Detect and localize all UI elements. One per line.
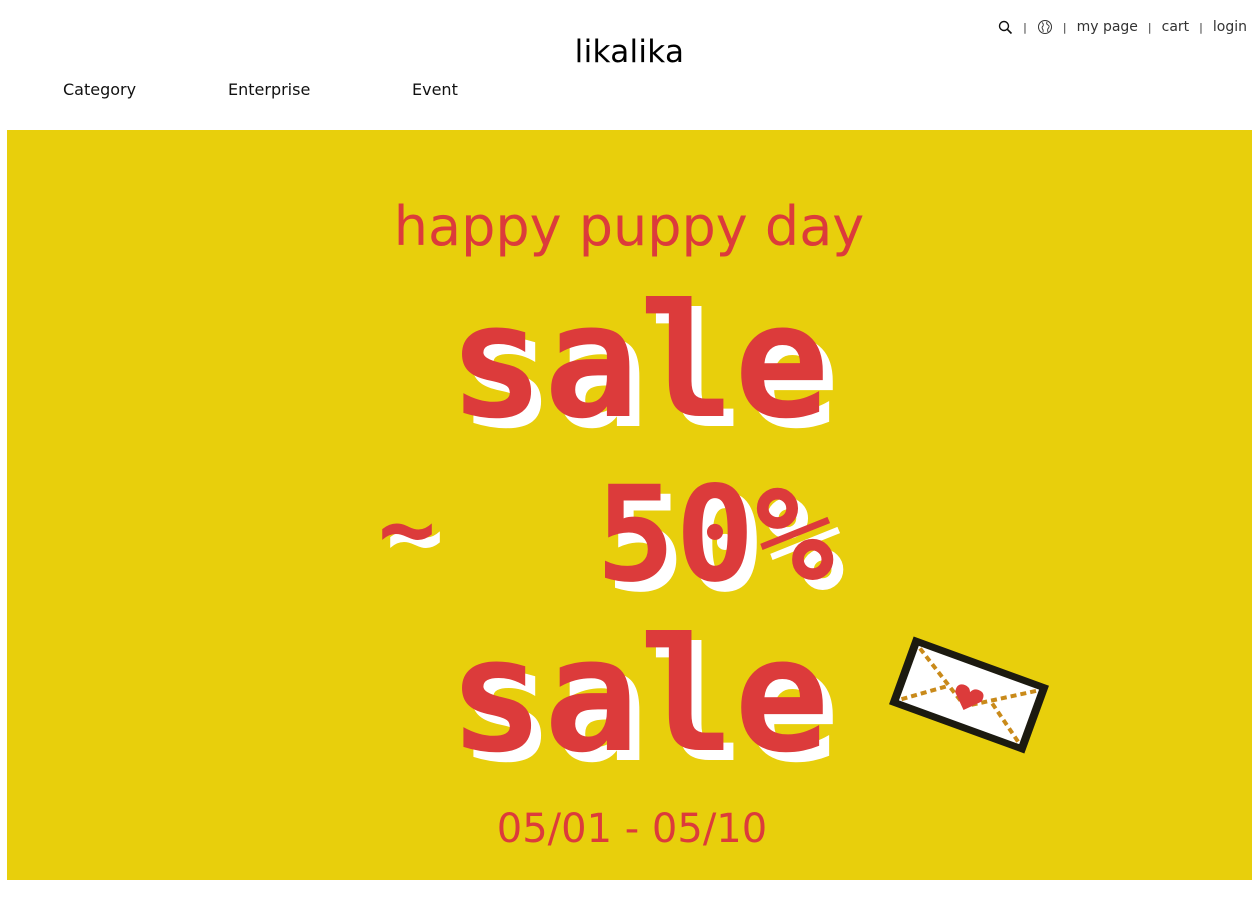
separator: | — [1062, 20, 1067, 34]
site-header: | | my page | cart | login likalika Cate… — [0, 0, 1259, 130]
login-link[interactable]: login — [1213, 19, 1247, 35]
main-nav: Category Enterprise Event — [63, 80, 458, 99]
sale-text-top: sale — [449, 270, 830, 454]
banner-graphic: happy puppy day sale sale ~ ~ 50% 50% sa… — [7, 130, 1252, 880]
globe-icon[interactable] — [1037, 19, 1053, 35]
search-icon[interactable] — [997, 19, 1013, 35]
utility-menu: | | my page | cart | login — [997, 19, 1247, 35]
tilde-text: ~ — [378, 473, 436, 585]
sale-dates: 05/01 - 05/10 — [497, 806, 767, 852]
nav-item-event[interactable]: Event — [412, 80, 458, 99]
separator: | — [1147, 20, 1152, 34]
nav-item-enterprise[interactable]: Enterprise — [228, 80, 412, 99]
discount-text: 50% — [596, 458, 834, 612]
nav-item-category[interactable]: Category — [63, 80, 228, 99]
separator: | — [1023, 20, 1027, 34]
promo-banner[interactable]: happy puppy day sale sale ~ ~ 50% 50% sa… — [7, 130, 1252, 880]
separator: | — [1199, 20, 1203, 34]
site-logo[interactable]: likalika — [0, 34, 1259, 70]
sale-text-bottom: sale — [449, 604, 830, 788]
cart-link[interactable]: cart — [1162, 19, 1190, 35]
banner-headline: happy puppy day — [394, 195, 865, 258]
my-page-link[interactable]: my page — [1077, 19, 1138, 35]
